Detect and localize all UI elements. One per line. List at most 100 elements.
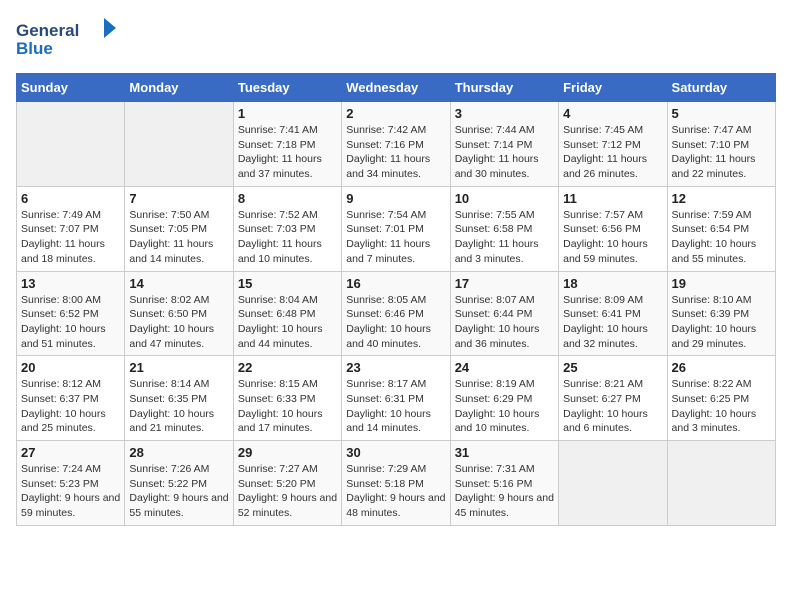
- day-info: Sunrise: 7:47 AMSunset: 7:10 PMDaylight:…: [672, 123, 771, 182]
- calendar-cell: 3Sunrise: 7:44 AMSunset: 7:14 PMDaylight…: [450, 102, 558, 187]
- day-number: 6: [21, 191, 120, 206]
- day-header-saturday: Saturday: [667, 74, 775, 102]
- day-number: 1: [238, 106, 337, 121]
- calendar-cell: 17 Sunrise: 8:07 AMSunset: 6:44 PMDayligh…: [450, 271, 558, 356]
- day-number: 29: [238, 445, 337, 460]
- svg-text:Blue: Blue: [16, 39, 53, 58]
- day-number: 12: [672, 191, 771, 206]
- calendar-cell: 28 Sunrise: 7:26 AMSunset: 5:22 PMDayligh…: [125, 441, 233, 526]
- calendar-cell: [559, 441, 667, 526]
- day-header-tuesday: Tuesday: [233, 74, 341, 102]
- calendar-cell: [667, 441, 775, 526]
- calendar-week-5: 27 Sunrise: 7:24 AMSunset: 5:23 PMDayligh…: [17, 441, 776, 526]
- day-info: Sunrise: 8:04 AMSunset: 6:48 PMDaylight:…: [238, 293, 337, 352]
- day-number: 5: [672, 106, 771, 121]
- day-info: Sunrise: 8:07 AMSunset: 6:44 PMDaylight:…: [455, 293, 554, 352]
- svg-text:General: General: [16, 21, 79, 40]
- day-info: Sunrise: 7:42 AMSunset: 7:16 PMDaylight:…: [346, 123, 445, 182]
- day-info: Sunrise: 8:22 AMSunset: 6:25 PMDaylight:…: [672, 377, 771, 436]
- day-info: Sunrise: 7:45 AMSunset: 7:12 PMDaylight:…: [563, 123, 662, 182]
- day-header-friday: Friday: [559, 74, 667, 102]
- calendar-cell: 21 Sunrise: 8:14 AMSunset: 6:35 PMDayligh…: [125, 356, 233, 441]
- day-info: Sunrise: 7:26 AMSunset: 5:22 PMDaylight:…: [129, 462, 228, 521]
- calendar-cell: 2 Sunrise: 7:42 AMSunset: 7:16 PMDaylight…: [342, 102, 450, 187]
- day-info: Sunrise: 7:52 AMSunset: 7:03 PMDaylight:…: [238, 208, 337, 267]
- day-info: Sunrise: 8:12 AMSunset: 6:37 PMDaylight:…: [21, 377, 120, 436]
- day-info: Sunrise: 8:05 AMSunset: 6:46 PMDaylight:…: [346, 293, 445, 352]
- calendar-cell: 18 Sunrise: 8:09 AMSunset: 6:41 PMDayligh…: [559, 271, 667, 356]
- day-info: Sunrise: 7:31 AMSunset: 5:16 PMDaylight:…: [455, 462, 554, 521]
- day-number: 23: [346, 360, 445, 375]
- calendar-cell: 8Sunrise: 7:52 AMSunset: 7:03 PMDaylight…: [233, 186, 341, 271]
- calendar-cell: 22 Sunrise: 8:15 AMSunset: 6:33 PMDayligh…: [233, 356, 341, 441]
- day-number: 18: [563, 276, 662, 291]
- day-info: Sunrise: 7:59 AMSunset: 6:54 PMDaylight:…: [672, 208, 771, 267]
- day-number: 24: [455, 360, 554, 375]
- day-number: 22: [238, 360, 337, 375]
- day-header-thursday: Thursday: [450, 74, 558, 102]
- calendar-cell: 27 Sunrise: 7:24 AMSunset: 5:23 PMDayligh…: [17, 441, 125, 526]
- calendar-week-2: 6 Sunrise: 7:49 AMSunset: 7:07 PMDaylight…: [17, 186, 776, 271]
- day-number: 19: [672, 276, 771, 291]
- calendar-cell: 13 Sunrise: 8:00 AMSunset: 6:52 PMDayligh…: [17, 271, 125, 356]
- calendar-cell: 14Sunrise: 8:02 AMSunset: 6:50 PMDayligh…: [125, 271, 233, 356]
- calendar-cell: 15 Sunrise: 8:04 AMSunset: 6:48 PMDayligh…: [233, 271, 341, 356]
- day-info: Sunrise: 7:29 AMSunset: 5:18 PMDaylight:…: [346, 462, 445, 521]
- day-number: 4: [563, 106, 662, 121]
- day-header-sunday: Sunday: [17, 74, 125, 102]
- calendar-week-1: 1 Sunrise: 7:41 AMSunset: 7:18 PMDaylight…: [17, 102, 776, 187]
- calendar-week-4: 20 Sunrise: 8:12 AMSunset: 6:37 PMDayligh…: [17, 356, 776, 441]
- day-info: Sunrise: 8:19 AMSunset: 6:29 PMDaylight:…: [455, 377, 554, 436]
- day-info: Sunrise: 8:17 AMSunset: 6:31 PMDaylight:…: [346, 377, 445, 436]
- day-number: 3: [455, 106, 554, 121]
- day-info: Sunrise: 7:49 AMSunset: 7:07 PMDaylight:…: [21, 208, 120, 267]
- day-number: 13: [21, 276, 120, 291]
- day-number: 10: [455, 191, 554, 206]
- calendar-cell: [125, 102, 233, 187]
- day-number: 25: [563, 360, 662, 375]
- day-number: 2: [346, 106, 445, 121]
- calendar-cell: 24 Sunrise: 8:19 AMSunset: 6:29 PMDayligh…: [450, 356, 558, 441]
- day-number: 17: [455, 276, 554, 291]
- day-number: 27: [21, 445, 120, 460]
- day-info: Sunrise: 7:24 AMSunset: 5:23 PMDaylight:…: [21, 462, 120, 521]
- calendar-body: 1 Sunrise: 7:41 AMSunset: 7:18 PMDaylight…: [17, 102, 776, 526]
- day-number: 30: [346, 445, 445, 460]
- logo: General Blue: [16, 16, 116, 61]
- calendar-cell: 31 Sunrise: 7:31 AMSunset: 5:16 PMDayligh…: [450, 441, 558, 526]
- page-header: General Blue: [16, 16, 776, 61]
- day-number: 9: [346, 191, 445, 206]
- calendar-cell: 10 Sunrise: 7:55 AMSunset: 6:58 PMDayligh…: [450, 186, 558, 271]
- day-info: Sunrise: 8:09 AMSunset: 6:41 PMDaylight:…: [563, 293, 662, 352]
- day-info: Sunrise: 8:14 AMSunset: 6:35 PMDaylight:…: [129, 377, 228, 436]
- day-number: 26: [672, 360, 771, 375]
- day-info: Sunrise: 7:41 AMSunset: 7:18 PMDaylight:…: [238, 123, 337, 182]
- day-info: Sunrise: 8:00 AMSunset: 6:52 PMDaylight:…: [21, 293, 120, 352]
- day-number: 20: [21, 360, 120, 375]
- day-info: Sunrise: 7:57 AMSunset: 6:56 PMDaylight:…: [563, 208, 662, 267]
- calendar-cell: 4 Sunrise: 7:45 AMSunset: 7:12 PMDaylight…: [559, 102, 667, 187]
- day-info: Sunrise: 7:50 AMSunset: 7:05 PMDaylight:…: [129, 208, 228, 267]
- calendar-cell: 9 Sunrise: 7:54 AMSunset: 7:01 PMDaylight…: [342, 186, 450, 271]
- calendar-cell: 12 Sunrise: 7:59 AMSunset: 6:54 PMDayligh…: [667, 186, 775, 271]
- day-header-monday: Monday: [125, 74, 233, 102]
- day-number: 28: [129, 445, 228, 460]
- day-number: 14: [129, 276, 228, 291]
- calendar-cell: 5 Sunrise: 7:47 AMSunset: 7:10 PMDaylight…: [667, 102, 775, 187]
- calendar-week-3: 13 Sunrise: 8:00 AMSunset: 6:52 PMDayligh…: [17, 271, 776, 356]
- calendar-cell: 19 Sunrise: 8:10 AMSunset: 6:39 PMDayligh…: [667, 271, 775, 356]
- calendar-cell: 29 Sunrise: 7:27 AMSunset: 5:20 PMDayligh…: [233, 441, 341, 526]
- day-number: 21: [129, 360, 228, 375]
- logo-svg: General Blue: [16, 16, 116, 61]
- day-info: Sunrise: 7:55 AMSunset: 6:58 PMDaylight:…: [455, 208, 554, 267]
- day-info: Sunrise: 7:27 AMSunset: 5:20 PMDaylight:…: [238, 462, 337, 521]
- day-number: 15: [238, 276, 337, 291]
- day-info: Sunrise: 8:10 AMSunset: 6:39 PMDaylight:…: [672, 293, 771, 352]
- calendar-cell: 6 Sunrise: 7:49 AMSunset: 7:07 PMDaylight…: [17, 186, 125, 271]
- day-info: Sunrise: 8:15 AMSunset: 6:33 PMDaylight:…: [238, 377, 337, 436]
- day-number: 31: [455, 445, 554, 460]
- calendar-cell: [17, 102, 125, 187]
- day-info: Sunrise: 7:54 AMSunset: 7:01 PMDaylight:…: [346, 208, 445, 267]
- day-number: 16: [346, 276, 445, 291]
- calendar-cell: 23 Sunrise: 8:17 AMSunset: 6:31 PMDayligh…: [342, 356, 450, 441]
